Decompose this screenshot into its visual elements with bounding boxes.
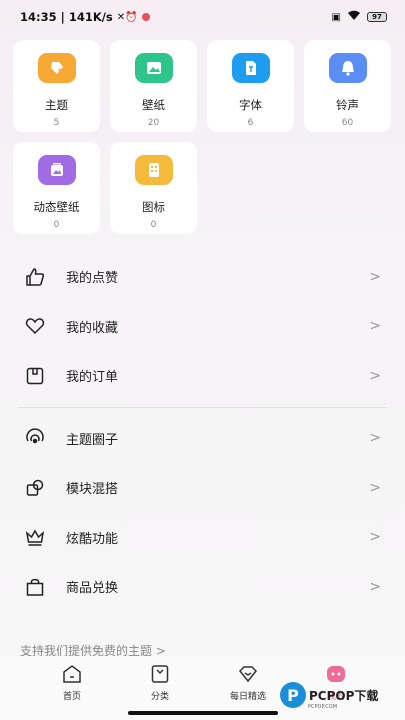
- app-notification-icon: [141, 13, 150, 21]
- community-icon: [23, 426, 47, 450]
- category-card-font[interactable]: 字体 6: [207, 40, 294, 132]
- diamond-icon: [236, 662, 260, 686]
- menu-label: 我的点赞: [66, 271, 119, 287]
- category-count: 20: [147, 118, 160, 128]
- module-mix-icon: [23, 476, 47, 500]
- category-icon: [148, 662, 172, 686]
- category-card-icons[interactable]: 图标 0: [110, 142, 197, 234]
- ringtone-icon: [328, 53, 367, 83]
- watermark-subtext: PCPOP.COM: [308, 704, 338, 710]
- battery-icon: 97: [367, 12, 387, 22]
- heart-icon: [23, 314, 47, 338]
- category-label: 字体: [239, 98, 262, 112]
- category-count: 5: [53, 118, 60, 128]
- chevron-right-icon: >: [369, 578, 381, 595]
- status-network-speed: 141K/s: [68, 10, 113, 24]
- tab-label: 每日精选: [229, 692, 266, 702]
- chevron-right-icon: >: [369, 430, 381, 447]
- tab-label: 分类: [150, 692, 169, 702]
- live-wallpaper-icon: [37, 155, 76, 185]
- category-label: 主题: [45, 98, 68, 112]
- menu-label: 我的订单: [66, 370, 119, 386]
- chevron-right-icon: >: [369, 268, 381, 285]
- chevron-right-icon: >: [369, 318, 381, 335]
- status-time: 14:35: [20, 10, 57, 24]
- watermark-logo: P: [280, 682, 306, 708]
- menu-item-redeem[interactable]: 商品兑换 >: [0, 562, 405, 612]
- tab-label: 首页: [62, 692, 81, 702]
- category-card-live-wallpaper[interactable]: 动态壁纸 0: [13, 142, 100, 234]
- category-count: 60: [341, 118, 354, 128]
- category-count: 0: [53, 220, 60, 230]
- chevron-right-icon: >: [369, 479, 381, 496]
- order-icon: [23, 364, 47, 388]
- menu-label: 商品兑换: [66, 581, 119, 597]
- category-label: 动态壁纸: [33, 200, 80, 214]
- wallpaper-icon: [134, 53, 173, 83]
- category-card-ringtone[interactable]: 铃声 60: [304, 40, 391, 132]
- menu-item-orders[interactable]: 我的订单 >: [0, 351, 405, 401]
- category-count: 0: [150, 220, 157, 230]
- menu-item-community[interactable]: 主题圈子 >: [0, 414, 405, 464]
- category-card-wallpaper[interactable]: 壁纸 20: [110, 40, 197, 132]
- category-label: 图标: [142, 200, 165, 214]
- watermark-text: PCPOP下载: [309, 688, 379, 703]
- wifi-icon: [347, 10, 361, 24]
- chevron-right-icon: >: [369, 529, 381, 546]
- menu-label: 模块混搭: [66, 482, 119, 498]
- home-indicator[interactable]: [128, 711, 278, 715]
- menu-label: 炫酷功能: [66, 531, 119, 547]
- shopping-bag-icon: [23, 575, 47, 599]
- crown-icon: [23, 525, 47, 549]
- category-label: 壁纸: [142, 98, 165, 112]
- tab-home[interactable]: 首页: [28, 662, 116, 720]
- category-label: 铃声: [336, 98, 359, 112]
- thumbs-up-icon: [23, 265, 47, 289]
- menu-divider: [18, 406, 387, 408]
- menu-item-cool-features[interactable]: 炫酷功能 >: [0, 513, 405, 563]
- category-card-theme[interactable]: 主题 5: [13, 40, 100, 132]
- theme-icon: [37, 53, 76, 83]
- app-icons-icon: [134, 155, 173, 185]
- menu-item-likes[interactable]: 我的点赞 >: [0, 252, 405, 302]
- home-icon: [60, 662, 84, 686]
- watermark: P PCPOP下载 PCPOP.COM: [280, 682, 379, 710]
- screen-icon: ▣: [331, 11, 341, 23]
- notification-icon: ✕⏰: [116, 11, 138, 23]
- menu-label: 主题圈子: [66, 432, 119, 448]
- chevron-right-icon: >: [369, 367, 381, 384]
- status-separator: |: [60, 10, 65, 24]
- category-grid: 主题 5 壁纸 20 字体 6 铃声 60 动态壁纸 0 图标 0: [13, 40, 393, 234]
- menu-label: 我的收藏: [66, 320, 119, 336]
- category-count: 6: [247, 118, 254, 128]
- menu-item-favorites[interactable]: 我的收藏 >: [0, 302, 405, 352]
- profile-menu: 我的点赞 > 我的收藏 > 我的订单 > 主题圈子 > 模块混搭 > 炫酷功能: [0, 252, 405, 612]
- font-icon: [231, 53, 270, 83]
- menu-item-module-mix[interactable]: 模块混搭 >: [0, 463, 405, 513]
- status-bar: 14:35 | 141K/s ✕⏰ ▣ 97: [0, 0, 405, 34]
